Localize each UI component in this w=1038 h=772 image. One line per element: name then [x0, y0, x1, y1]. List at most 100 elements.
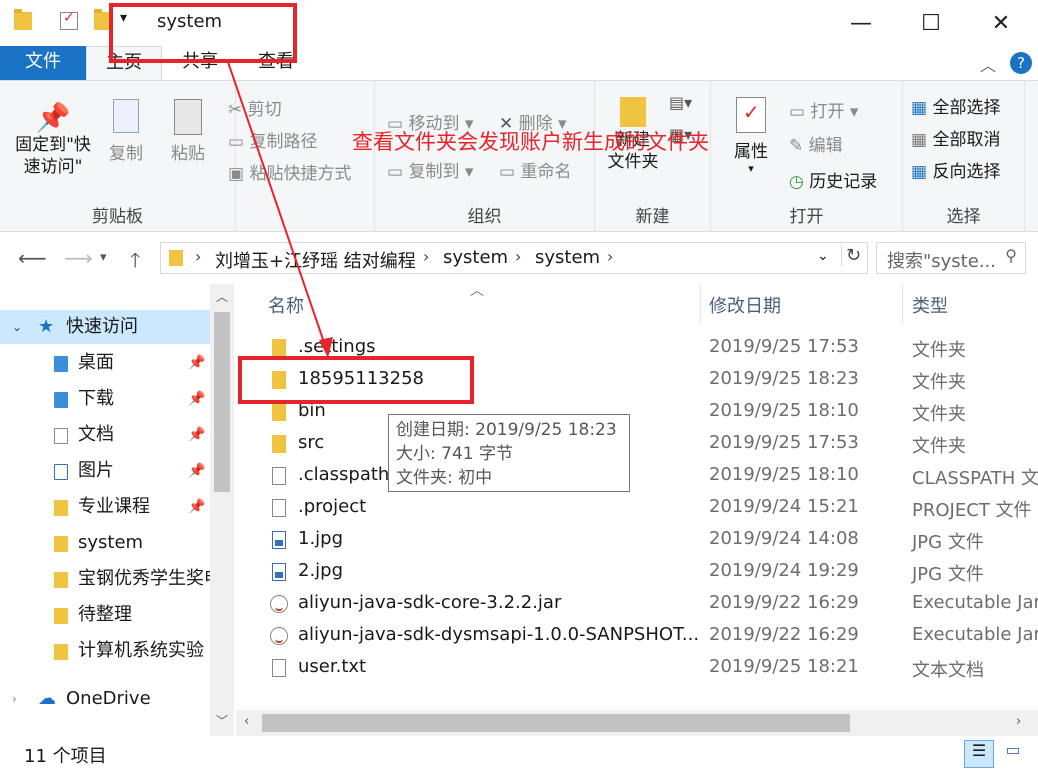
- address-box[interactable]: › 刘增玉+江纾瑶 结对编程 › system › system › ⌄ ↻: [160, 242, 868, 274]
- scroll-left-icon[interactable]: ‹: [244, 714, 249, 729]
- scroll-down-icon[interactable]: ﹀: [216, 712, 228, 729]
- nav-item-baosteel[interactable]: 宝钢优秀学生奖申: [0, 562, 210, 596]
- select-group-label: 选择: [946, 207, 981, 227]
- nav-item-todo[interactable]: 待整理: [0, 598, 210, 632]
- nav-item-documents[interactable]: 文档 📌: [0, 418, 210, 452]
- paste-shortcut-button[interactable]: ▣ 粘贴快捷方式: [228, 159, 351, 184]
- chevron-right-icon[interactable]: ›: [423, 247, 429, 266]
- nav-item-desktop[interactable]: 桌面 📌: [0, 346, 210, 380]
- file-row[interactable]: aliyun-java-sdk-dysmsapi-1.0.0-SANPSHOT.…: [236, 620, 1038, 652]
- file-type: 文本文档: [912, 660, 984, 681]
- scroll-up-icon[interactable]: ︿: [216, 288, 228, 305]
- column-type[interactable]: 类型: [912, 292, 948, 318]
- breadcrumb-item[interactable]: system: [535, 247, 600, 268]
- address-bar: ⟵ ⟶ ▾ 🡑 › 刘增玉+江纾瑶 结对编程 › system › system…: [0, 232, 1038, 284]
- pin-icon[interactable]: 📌: [188, 490, 205, 524]
- properties-dropdown-icon[interactable]: ▾: [723, 162, 779, 175]
- breadcrumb-item[interactable]: system: [443, 247, 508, 268]
- nav-onedrive[interactable]: › ☁ OneDrive: [0, 682, 210, 716]
- copy-label: 复制: [109, 144, 143, 164]
- new-item-icon[interactable]: ▤▾: [669, 93, 692, 112]
- paste-button[interactable]: 粘贴: [166, 99, 210, 164]
- open-group: ✓ 属性 ▾ ▭ 打开 ▾ ✎ 编辑 ◷ 历史记录 打开: [711, 81, 903, 231]
- folder-icon: [272, 435, 286, 453]
- chevron-down-icon[interactable]: ⌄: [12, 310, 22, 344]
- folder-icon: [169, 250, 183, 266]
- file-row[interactable]: .project 2019/9/24 15:21 PROJECT 文件: [236, 492, 1038, 524]
- file-row[interactable]: 1.jpg 2019/9/24 14:08 JPG 文件: [236, 524, 1038, 556]
- edit-button[interactable]: ✎ 编辑: [789, 131, 843, 156]
- forward-button[interactable]: ⟶: [64, 246, 93, 270]
- recent-dropdown-icon[interactable]: ▾: [100, 250, 107, 265]
- search-placeholder: 搜索"syste...: [887, 251, 996, 272]
- file-type: CLASSPATH 文: [912, 468, 1038, 489]
- maximize-button[interactable]: ☐: [896, 0, 966, 46]
- refresh-icon[interactable]: ↻: [841, 245, 861, 266]
- select-all-button[interactable]: ▦ 全部选择: [911, 93, 1000, 118]
- column-date[interactable]: 修改日期: [709, 292, 781, 318]
- chevron-right-icon[interactable]: ›: [607, 247, 613, 266]
- file-row[interactable]: aliyun-java-sdk-core-3.2.2.jar 2019/9/22…: [236, 588, 1038, 620]
- pin-icon[interactable]: 📌: [188, 454, 205, 488]
- properties-button[interactable]: ✓ 属性 ▾: [723, 97, 779, 175]
- back-button[interactable]: ⟵: [18, 246, 47, 270]
- scroll-right-icon[interactable]: ›: [1016, 714, 1021, 729]
- pin-icon[interactable]: 📌: [188, 346, 205, 380]
- nav-quick-access[interactable]: ⌄ ★ 快速访问: [0, 310, 210, 344]
- nav-scrollbar[interactable]: ︿ ﹀: [210, 284, 234, 736]
- file-name: src: [298, 432, 325, 453]
- horizontal-scrollbar[interactable]: ‹ ›: [236, 710, 1038, 736]
- rename-button[interactable]: ▭ 重命名: [499, 157, 571, 182]
- history-button[interactable]: ◷ 历史记录: [789, 167, 877, 192]
- chevron-right-icon[interactable]: ›: [195, 247, 201, 266]
- column-name[interactable]: 名称: [268, 292, 304, 318]
- nav-item-pictures[interactable]: 图片 📌: [0, 454, 210, 488]
- paste-label: 粘贴: [171, 144, 205, 164]
- collapse-ribbon-icon[interactable]: ︿: [980, 52, 996, 76]
- search-input[interactable]: 搜索"syste... ⚲: [876, 242, 1026, 274]
- up-button[interactable]: 🡑: [130, 246, 140, 280]
- column-divider[interactable]: [700, 284, 701, 324]
- chevron-right-icon[interactable]: ›: [12, 682, 17, 716]
- tab-file[interactable]: 文件: [0, 46, 86, 80]
- copy-button[interactable]: 复制: [104, 99, 148, 164]
- column-divider[interactable]: [902, 284, 903, 324]
- select-none-label: 全部取消: [932, 130, 1001, 150]
- details-view-icon[interactable]: ☰: [964, 740, 994, 768]
- pin-icon[interactable]: 📌: [188, 418, 205, 452]
- select-group: ▦ 全部选择 ▦ 全部取消 ▦ 反向选择 选择: [903, 81, 1025, 231]
- file-row[interactable]: .classpath 2019/9/25 18:10 CLASSPATH 文: [236, 460, 1038, 492]
- properties-qat-icon[interactable]: ✓: [60, 10, 78, 30]
- file-row[interactable]: src 2019/9/25 17:53 文件夹: [236, 428, 1038, 460]
- nav-item-cs-lab[interactable]: 计算机系统实验: [0, 634, 210, 668]
- annotation-text: 查看文件夹会发现账户新生成的文件夹: [352, 130, 709, 154]
- address-dropdown-icon[interactable]: ⌄: [817, 248, 829, 264]
- new-folder-icon: [620, 97, 646, 127]
- minimize-button[interactable]: —: [826, 0, 896, 46]
- horizontal-scrollbar-thumb[interactable]: [262, 714, 850, 732]
- tooltip-folder: 文件夹: 初中: [396, 468, 493, 488]
- pin-icon[interactable]: 📌: [188, 382, 205, 416]
- nav-item-system[interactable]: system: [0, 526, 210, 560]
- nav-item-downloads[interactable]: 下载 📌: [0, 382, 210, 416]
- file-name: aliyun-java-sdk-core-3.2.2.jar: [298, 592, 562, 613]
- large-icons-view-icon[interactable]: ▭: [998, 740, 1028, 768]
- file-row[interactable]: user.txt 2019/9/25 18:21 文本文档: [236, 652, 1038, 684]
- pin-quick-access-button[interactable]: 📌 固定到"快 速访问": [10, 101, 96, 178]
- nav-scrollbar-thumb[interactable]: [214, 312, 230, 492]
- invert-selection-button[interactable]: ▦ 反向选择: [911, 157, 1000, 182]
- cut-button[interactable]: ✂ 剪切: [228, 95, 282, 120]
- nav-onedrive-label: OneDrive: [66, 688, 151, 709]
- breadcrumb-item[interactable]: 刘增玉+江纾瑶 结对编程: [215, 247, 416, 273]
- file-row[interactable]: 2.jpg 2019/9/24 19:29 JPG 文件: [236, 556, 1038, 588]
- copy-to-button[interactable]: ▭ 复制到 ▾: [387, 157, 473, 182]
- select-none-button[interactable]: ▦ 全部取消: [911, 125, 1000, 150]
- help-icon[interactable]: ?: [1010, 52, 1032, 74]
- close-button[interactable]: ✕: [966, 0, 1036, 46]
- chevron-right-icon[interactable]: ›: [515, 247, 521, 266]
- nav-item-courses[interactable]: 专业课程 📌: [0, 490, 210, 524]
- pictures-icon: [54, 464, 68, 480]
- copy-path-button[interactable]: ▭ 复制路径: [228, 127, 317, 152]
- open-button[interactable]: ▭ 打开 ▾: [789, 97, 858, 122]
- tooltip-size: 大小: 741 字节: [396, 444, 513, 464]
